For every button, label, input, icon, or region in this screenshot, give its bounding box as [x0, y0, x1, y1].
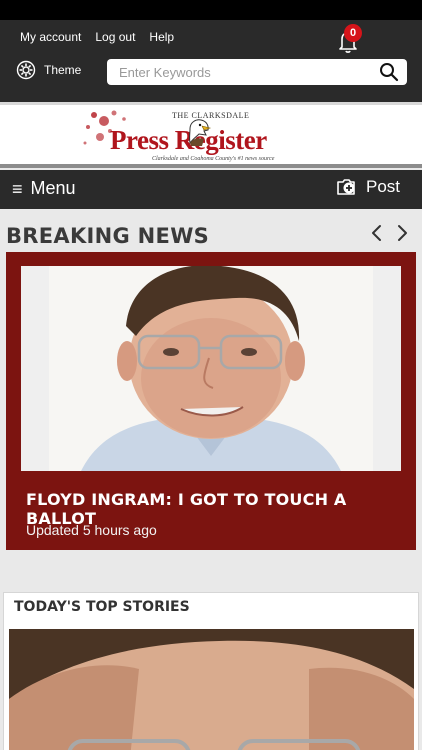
- chevron-left-icon[interactable]: [370, 224, 384, 242]
- top-stories-title: TODAY'S TOP STORIES: [14, 599, 190, 615]
- story-photo[interactable]: [21, 266, 401, 471]
- theme-label: Theme: [44, 63, 82, 77]
- portrait-image: [9, 629, 414, 750]
- masthead: THE CLARKSDALE Press Register Clarksdale…: [0, 102, 422, 168]
- site-logo[interactable]: THE CLARKSDALE Press Register Clarksdale…: [80, 107, 325, 165]
- search-bar: [107, 59, 407, 85]
- hamburger-icon: ≡: [12, 178, 23, 199]
- menu-bar: ≡ Menu Post: [0, 170, 422, 209]
- updated-timestamp: Updated 5 hours ago: [26, 522, 157, 538]
- portrait-image: [21, 266, 401, 471]
- search-icon[interactable]: [379, 62, 399, 82]
- top-stories-section: TODAY'S TOP STORIES: [3, 592, 419, 750]
- post-label: Post: [366, 177, 401, 196]
- notification-badge: 0: [344, 24, 362, 42]
- theme-button[interactable]: Theme: [16, 60, 81, 80]
- search-input[interactable]: [107, 59, 367, 85]
- breaking-news-title: BREAKING NEWS: [6, 224, 210, 248]
- top-bar: My account Log out Help 0 Theme: [0, 20, 422, 102]
- help-link[interactable]: Help: [149, 30, 174, 44]
- breaking-news-card[interactable]: FLOYD INGRAM: I GOT TO TOUCH A BALLOT Up…: [6, 252, 416, 550]
- menu-button[interactable]: ≡ Menu: [12, 178, 76, 199]
- add-post-icon: [337, 179, 355, 195]
- chevron-right-icon[interactable]: [395, 224, 409, 242]
- logo-tagline: Clarksdale and Coahoma County's #1 news …: [152, 156, 275, 162]
- top-story-photo[interactable]: [9, 629, 414, 750]
- account-links: My account Log out Help: [20, 30, 174, 44]
- status-bar: [0, 0, 422, 20]
- log-out-link[interactable]: Log out: [95, 30, 135, 44]
- post-button[interactable]: Post: [336, 177, 400, 197]
- gear-icon: [16, 60, 36, 80]
- my-account-link[interactable]: My account: [20, 30, 81, 44]
- menu-label: Menu: [30, 178, 76, 198]
- eagle-icon: [189, 119, 212, 146]
